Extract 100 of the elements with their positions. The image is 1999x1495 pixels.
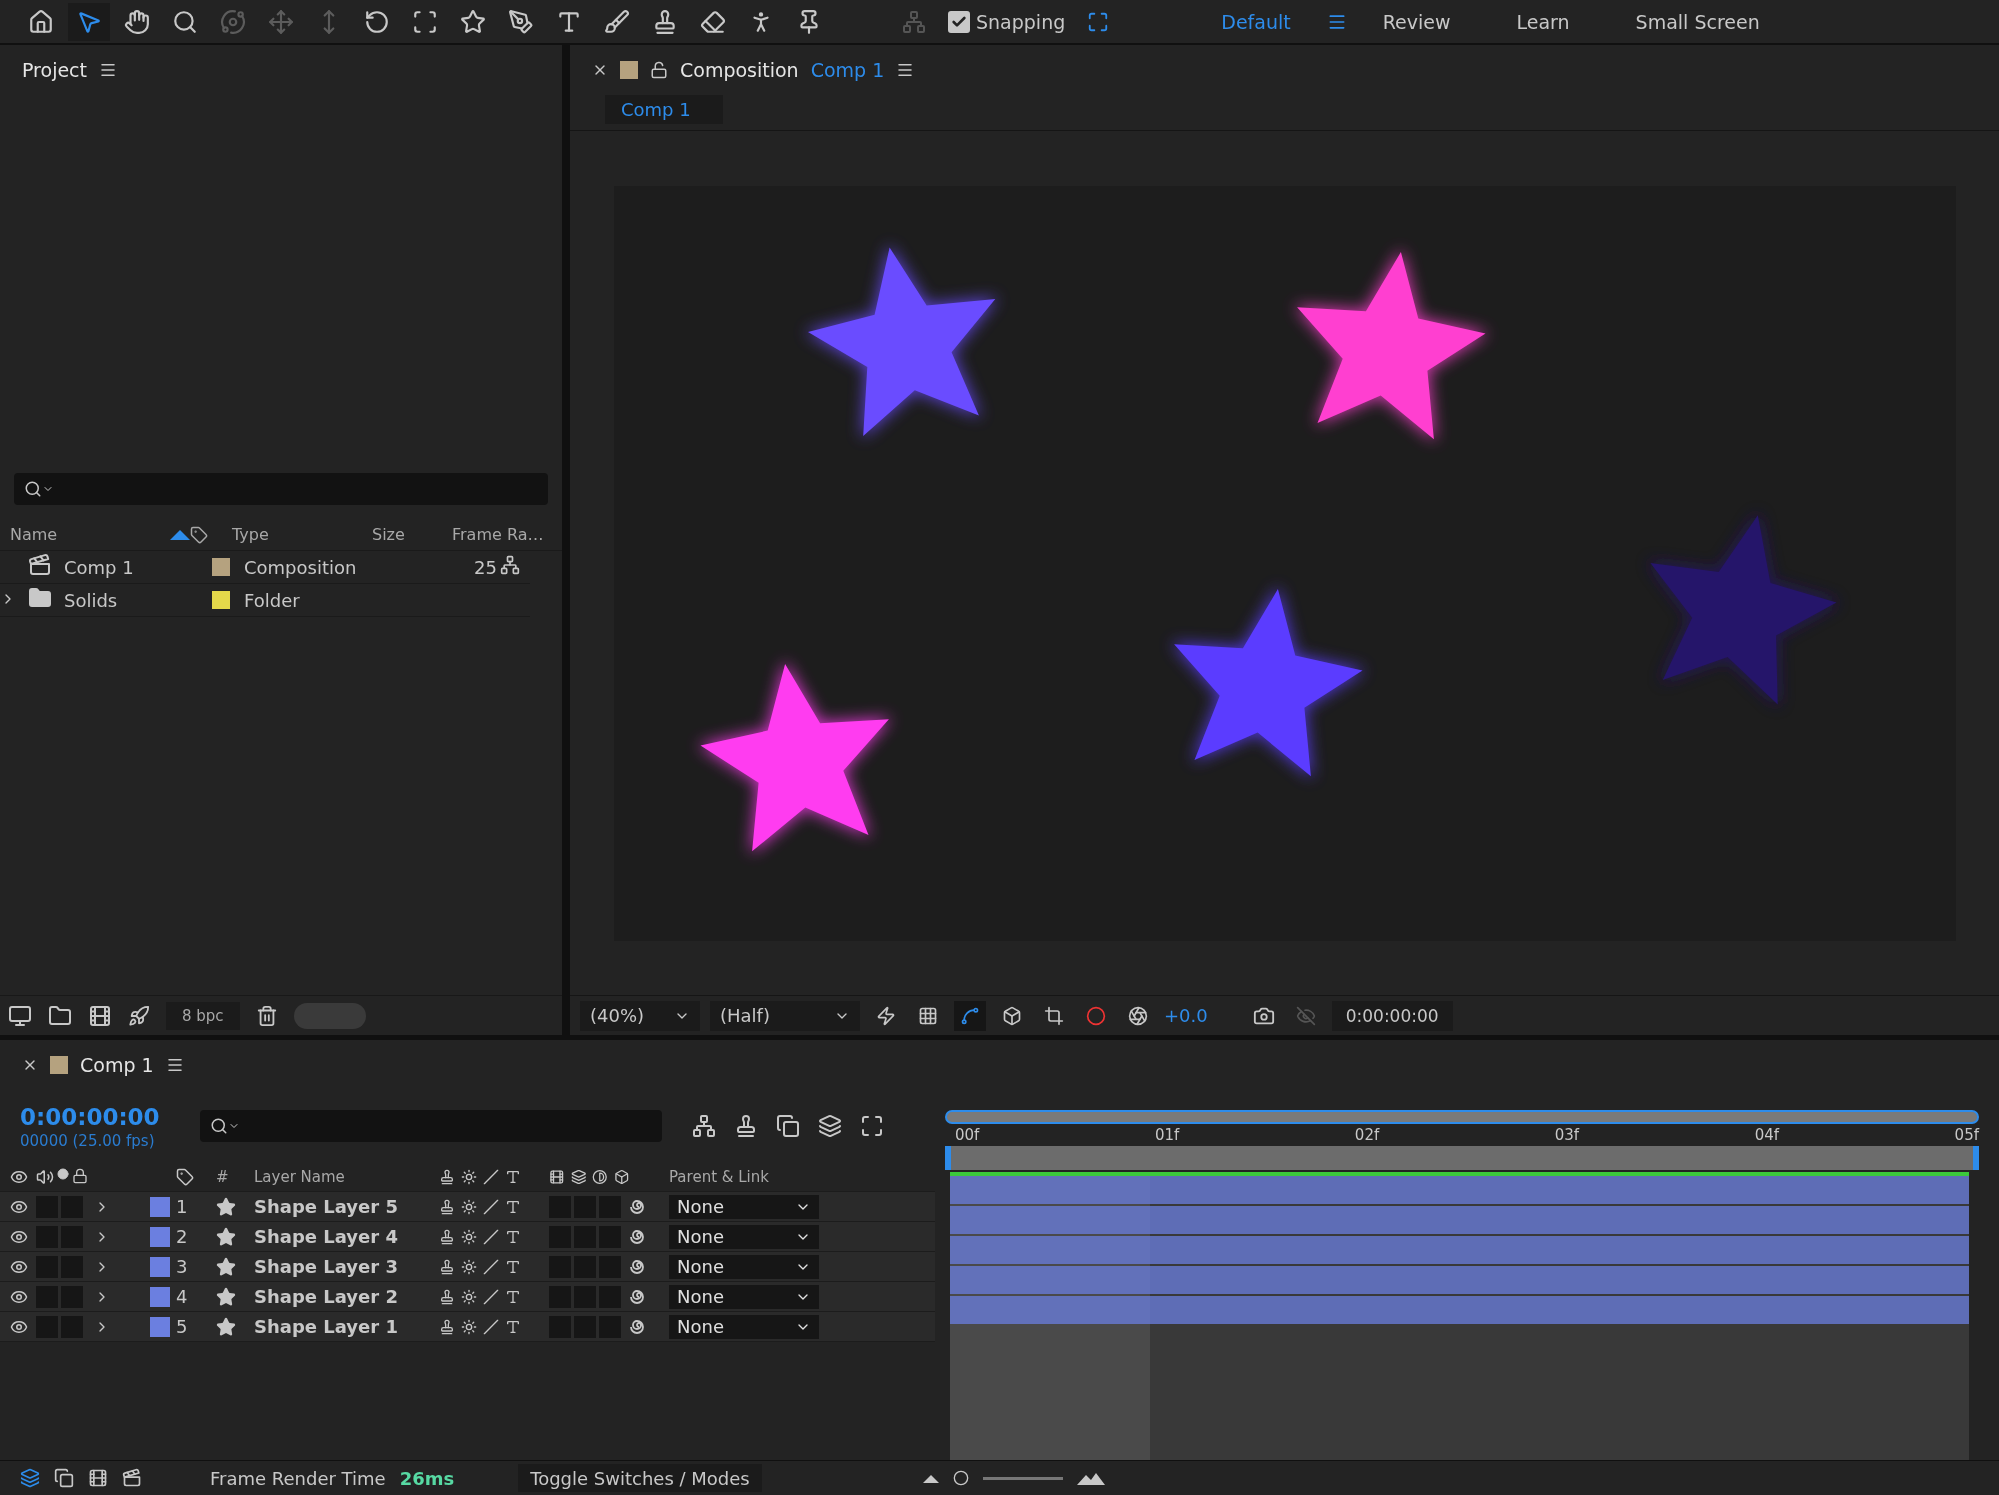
shy-icon[interactable] (439, 1288, 455, 1305)
audio-icon (36, 1167, 54, 1186)
move-arrows-icon (268, 8, 294, 35)
layer-number: 2 (176, 1226, 189, 1247)
layer-number: 1 (176, 1196, 189, 1217)
shy-icon[interactable] (439, 1318, 455, 1335)
composition-name: Comp 1 (810, 59, 885, 81)
composition-icon (28, 553, 52, 577)
parent-dropdown[interactable]: None (669, 1284, 819, 1309)
quality-icon[interactable] (483, 1258, 499, 1275)
ruler-label: 05f (1954, 1126, 1979, 1144)
layer-number: 4 (176, 1286, 189, 1307)
aperture-icon (1128, 1005, 1148, 1026)
composition-flowchart-icon[interactable] (692, 1114, 716, 1138)
search-icon (24, 480, 42, 498)
shy-icon[interactable] (439, 1258, 455, 1275)
panel-title: Composition (680, 59, 799, 81)
3d-layer-icon (613, 1168, 629, 1185)
quality-icon[interactable] (483, 1288, 499, 1305)
layer-name[interactable]: Shape Layer 2 (254, 1286, 439, 1307)
folder-icon (28, 586, 52, 610)
resolution-dropdown[interactable]: (Half) (710, 1000, 860, 1031)
parent-dropdown[interactable]: None (669, 1194, 819, 1219)
exposure-value[interactable]: +0.0 (1164, 1005, 1208, 1026)
layer-name[interactable]: Shape Layer 3 (254, 1256, 439, 1277)
layer-name[interactable]: Shape Layer 1 (254, 1316, 439, 1337)
toggle-switches-button[interactable]: Toggle Switches / Modes (518, 1464, 762, 1492)
quality-icon[interactable] (483, 1198, 499, 1215)
shy-icon[interactable] (439, 1198, 455, 1215)
mask-path-button[interactable] (954, 1000, 986, 1031)
search-icon (210, 1117, 228, 1135)
bit-depth-button[interactable]: 8 bpc (166, 1001, 240, 1030)
star-icon (216, 1256, 236, 1277)
star-icon (460, 8, 486, 35)
snapping-checkbox[interactable] (948, 10, 970, 33)
zoom-out-icon[interactable] (923, 1473, 939, 1483)
column-header: Frame Ra… (451, 525, 544, 544)
layer-name[interactable]: Shape Layer 4 (254, 1226, 439, 1247)
current-time[interactable]: 0:00:00:00 (20, 1102, 180, 1132)
star-icon (216, 1316, 236, 1337)
unlock-icon[interactable] (650, 61, 668, 79)
quality-icon (483, 1168, 499, 1185)
ruler-label: 02f (1354, 1126, 1380, 1144)
current-time-field[interactable]: 0:00:00:00 (1331, 1000, 1453, 1031)
stamp-icon (652, 8, 678, 35)
frame-info: 00000 (25.00 fps) (20, 1132, 156, 1150)
render-time-value: 26ms (399, 1467, 455, 1489)
timeline-title[interactable]: Comp 1 (80, 1054, 154, 1076)
workspace-tab[interactable]: Small Screen (1605, 10, 1790, 33)
hand-icon (124, 8, 150, 35)
zoom-in-icon[interactable] (1077, 1471, 1105, 1485)
item-name[interactable]: Comp 1 (64, 556, 212, 578)
parent-dropdown[interactable]: None (669, 1254, 819, 1279)
column-header: Layer Name (254, 1167, 346, 1186)
parent-dropdown[interactable]: None (669, 1224, 819, 1249)
pen-icon (508, 8, 534, 35)
layer-name[interactable]: Shape Layer 5 (254, 1196, 439, 1217)
layer-number: 5 (176, 1316, 189, 1337)
rotate-icon (364, 8, 390, 35)
lock-icon (72, 1167, 88, 1184)
workspace-tab[interactable]: Learn (1486, 10, 1600, 33)
sort-ascending-icon (170, 529, 190, 540)
ruler-label: 04f (1754, 1126, 1780, 1144)
zoom-slider-thumb[interactable] (953, 1470, 969, 1486)
snapping-label: Snapping (976, 10, 1066, 33)
label-tag-icon (176, 1167, 194, 1186)
crop-icon (1044, 1005, 1064, 1026)
eraser-icon (700, 8, 726, 35)
star-icon (216, 1286, 236, 1307)
flowchart-icon[interactable] (500, 555, 520, 575)
frame-rate: 25 (474, 556, 497, 578)
item-name[interactable]: Solids (64, 589, 212, 611)
shy-icon[interactable] (439, 1228, 455, 1245)
item-type: Composition (244, 556, 358, 578)
workspace-tab[interactable]: Default (1191, 10, 1321, 33)
composition-tab[interactable]: Comp 1 (605, 95, 723, 124)
panel-menu-icon[interactable] (165, 1056, 184, 1074)
zoom-icon (172, 8, 198, 35)
trash-icon[interactable] (255, 1004, 278, 1027)
selection-arrow-tool[interactable] (68, 2, 110, 41)
quality-icon[interactable] (483, 1228, 499, 1245)
render-rocket-icon[interactable] (128, 1004, 150, 1027)
parent-dropdown[interactable]: None (669, 1314, 819, 1339)
star-icon (216, 1226, 236, 1247)
panel-menu-icon[interactable] (896, 61, 915, 79)
magnification-dropdown[interactable]: (40%) (580, 1000, 700, 1031)
new-folder-icon[interactable] (48, 1003, 72, 1028)
workspace-tab[interactable]: Review (1352, 10, 1481, 33)
label-tag-icon (190, 525, 208, 544)
circle-icon (1086, 1005, 1106, 1026)
panel-menu-icon[interactable] (99, 61, 117, 79)
render-time-label: Frame Render Time (210, 1467, 386, 1489)
column-header: Size (371, 525, 406, 544)
item-type: Folder (244, 589, 301, 611)
search-field[interactable] (14, 473, 548, 505)
lightning-icon (876, 1005, 896, 1026)
layer-number: 3 (176, 1256, 189, 1277)
search-field[interactable] (200, 1110, 662, 1142)
quality-icon[interactable] (483, 1318, 499, 1335)
star-icon (216, 1196, 236, 1217)
